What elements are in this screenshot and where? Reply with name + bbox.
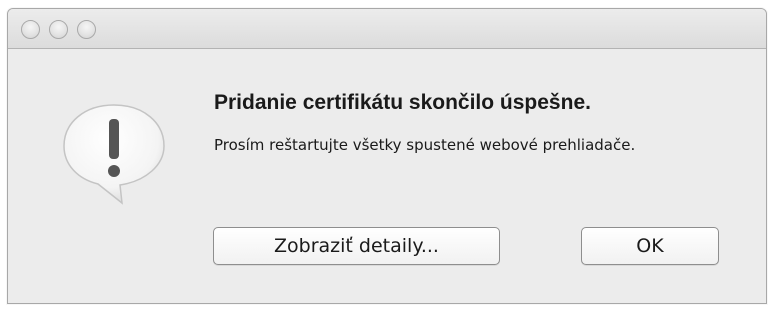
ok-button[interactable]: OK <box>581 227 719 265</box>
close-window-button[interactable] <box>21 20 40 39</box>
alert-message: Prosím reštartujte všetky spustené webov… <box>214 136 636 154</box>
show-details-button[interactable]: Zobraziť detaily... <box>213 227 500 265</box>
alert-heading: Pridanie certifikátu skončilo úspešne. <box>214 91 591 114</box>
alert-window: Pridanie certifikátu skončilo úspešne. P… <box>7 8 767 304</box>
exclamation-speech-bubble-icon <box>63 104 165 205</box>
title-bar <box>8 9 766 49</box>
minimize-window-button[interactable] <box>49 20 68 39</box>
zoom-window-button[interactable] <box>77 20 96 39</box>
